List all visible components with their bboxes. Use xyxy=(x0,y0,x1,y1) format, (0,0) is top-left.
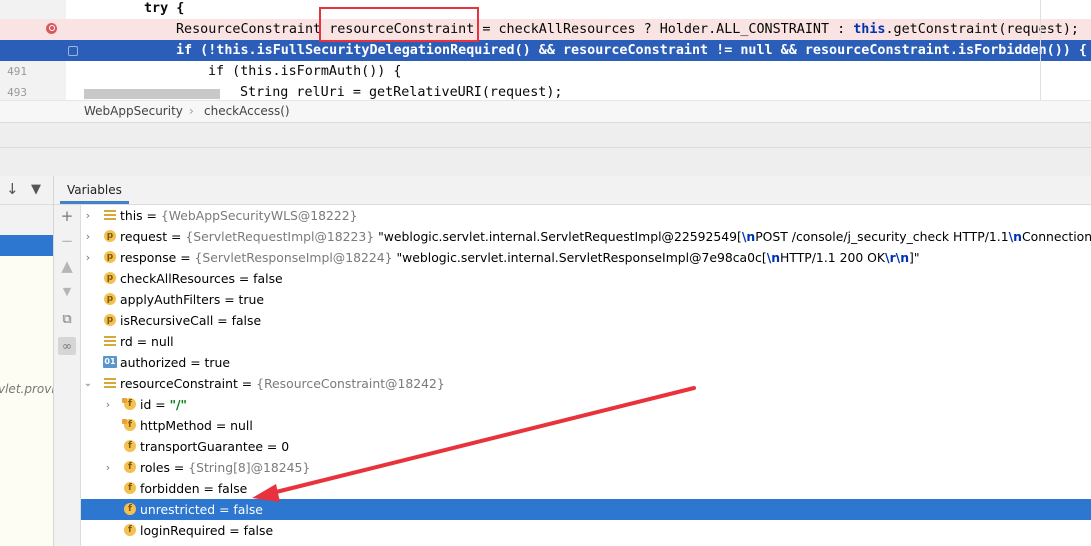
code-editor[interactable]: 490 try { 491 ResourceConstraint resourc… xyxy=(0,0,1091,100)
field-icon: f xyxy=(124,440,136,452)
variable-text: loginRequired = false xyxy=(140,523,274,538)
variable-text: checkAllResources = false xyxy=(120,271,283,286)
field-icon: f xyxy=(124,503,136,515)
object-icon xyxy=(104,335,116,347)
variable-text: request = {ServletRequestImpl@18223} "we… xyxy=(120,229,1091,244)
filter-icon[interactable]: ▼ xyxy=(31,182,41,197)
variable-row-id[interactable]: › f id = "/" xyxy=(81,394,1091,415)
variables-tree[interactable]: › this = {WebAppSecurityWLS@18222} › p r… xyxy=(81,205,1091,546)
lock-icon xyxy=(122,398,127,403)
breakpoint-icon[interactable] xyxy=(46,23,57,34)
add-watch-icon[interactable]: + xyxy=(58,207,76,225)
variable-row-authorized[interactable]: 01 authorized = true xyxy=(81,352,1091,373)
parameter-icon: p xyxy=(104,293,116,305)
variable-row-roles[interactable]: › f roles = {String[8]@18245} xyxy=(81,457,1091,478)
parameter-icon: p xyxy=(104,314,116,326)
variable-text: authorized = true xyxy=(120,355,230,370)
variable-row-response[interactable]: › p response = {ServletResponseImpl@1822… xyxy=(81,247,1091,268)
annotation-box xyxy=(319,7,479,42)
variable-text: isRecursiveCall = false xyxy=(120,313,262,328)
variable-row-checkallresources[interactable]: p checkAllResources = false xyxy=(81,268,1091,289)
variable-text: resourceConstraint = {ResourceConstraint… xyxy=(120,376,445,391)
expand-icon[interactable]: › xyxy=(83,226,93,247)
code-line-491[interactable]: 491 ResourceConstraint resourceConstrain… xyxy=(0,19,1091,78)
tab-variables[interactable]: Variables xyxy=(60,176,129,204)
frame-item[interactable]: vlet.provid xyxy=(0,382,53,396)
variable-row-request[interactable]: › p request = {ServletRequestImpl@18223}… xyxy=(81,226,1091,247)
remove-watch-icon[interactable]: − xyxy=(58,232,76,250)
variable-text: transportGuarantee = 0 xyxy=(140,439,290,454)
move-down-icon[interactable]: ▼ xyxy=(58,283,76,301)
variable-row-this[interactable]: › this = {WebAppSecurityWLS@18222} xyxy=(81,205,1091,226)
breadcrumb-method[interactable]: checkAccess() xyxy=(204,101,290,122)
debug-toolbar-area xyxy=(0,122,1091,177)
lock-icon xyxy=(122,419,127,424)
variable-row-resourceconstraint[interactable]: ⌄ resourceConstraint = {ResourceConstrai… xyxy=(81,373,1091,394)
variable-text: httpMethod = null xyxy=(140,418,253,433)
arrow-down-icon[interactable]: ↓ xyxy=(6,180,19,198)
parameter-icon: p xyxy=(104,251,116,263)
object-icon xyxy=(104,377,116,389)
field-icon: f xyxy=(124,524,136,536)
move-up-icon[interactable]: ▲ xyxy=(58,257,76,275)
variable-text: response = {ServletResponseImpl@18224} "… xyxy=(120,250,920,265)
code-text: try { xyxy=(144,1,185,16)
expand-icon[interactable]: › xyxy=(83,205,93,226)
breadcrumb-separator-icon: › xyxy=(189,104,194,118)
expand-icon[interactable]: › xyxy=(103,457,113,478)
variable-row-unrestricted[interactable]: f unrestricted = false xyxy=(81,499,1091,520)
object-icon xyxy=(104,209,116,221)
variable-text: this = {WebAppSecurityWLS@18222} xyxy=(120,208,358,223)
variable-text: roles = {String[8]@18245} xyxy=(140,460,311,475)
expand-icon[interactable]: › xyxy=(103,394,113,415)
code-text: String relUri = getRelativeURI(request); xyxy=(240,85,563,100)
parameter-icon: p xyxy=(104,230,116,242)
frames-panel[interactable]: ↓ ▼ vlet.provid xyxy=(0,176,54,546)
glasses-icon[interactable]: ∞ xyxy=(58,337,76,355)
boolean-icon: 01 xyxy=(103,356,117,368)
field-icon: f xyxy=(124,482,136,494)
code-line-494[interactable]: 494 String relUri = getRelativeURI(reque… xyxy=(0,82,1091,100)
expand-icon[interactable]: › xyxy=(83,247,93,268)
variable-text: id = "/" xyxy=(140,397,188,412)
code-text: if (!this.isFullSecurityDelegationRequir… xyxy=(176,43,1087,58)
right-margin-guide xyxy=(1040,0,1041,100)
frames-toolbar: ↓ ▼ xyxy=(0,176,53,205)
variable-row-rd[interactable]: rd = null xyxy=(81,331,1091,352)
variable-text: rd = null xyxy=(120,334,174,349)
breadcrumb: WebAppSecurity › checkAccess() xyxy=(0,100,1091,123)
code-text: ResourceConstraint resourceConstraint = … xyxy=(176,22,1079,37)
code-text: if (this.isFormAuth()) { xyxy=(208,64,402,79)
variable-text: forbidden = false xyxy=(140,481,248,496)
field-icon: f xyxy=(124,461,136,473)
variables-tool-strip: + − ▲ ▼ ⧉ ∞ xyxy=(54,176,81,546)
variable-text: unrestricted = false xyxy=(140,502,263,517)
variable-row-transportguarantee[interactable]: f transportGuarantee = 0 xyxy=(81,436,1091,457)
code-line-493[interactable]: 493 if (this.isFormAuth()) { xyxy=(0,61,1091,99)
code-line-490[interactable]: 490 try { xyxy=(0,0,1091,36)
collapse-icon[interactable]: ⌄ xyxy=(83,373,93,394)
breadcrumb-class[interactable]: WebAppSecurity xyxy=(84,101,183,122)
variable-text: applyAuthFilters = true xyxy=(120,292,264,307)
fold-icon[interactable] xyxy=(68,46,78,56)
parameter-icon: p xyxy=(104,272,116,284)
variable-row-applyauthfilters[interactable]: p applyAuthFilters = true xyxy=(81,289,1091,310)
variable-row-httpmethod[interactable]: f httpMethod = null xyxy=(81,415,1091,436)
variable-row-isrecursivecall[interactable]: p isRecursiveCall = false xyxy=(81,310,1091,331)
code-line-492[interactable]: 492 if (!this.isFullSecurityDelegationRe… xyxy=(0,40,1091,99)
variable-row-loginrequired[interactable]: f loginRequired = false xyxy=(81,520,1091,541)
variables-header: Variables xyxy=(54,176,1091,205)
variable-row-forbidden[interactable]: f forbidden = false xyxy=(81,478,1091,499)
copy-icon[interactable]: ⧉ xyxy=(58,311,76,329)
selected-frame[interactable] xyxy=(0,235,53,256)
